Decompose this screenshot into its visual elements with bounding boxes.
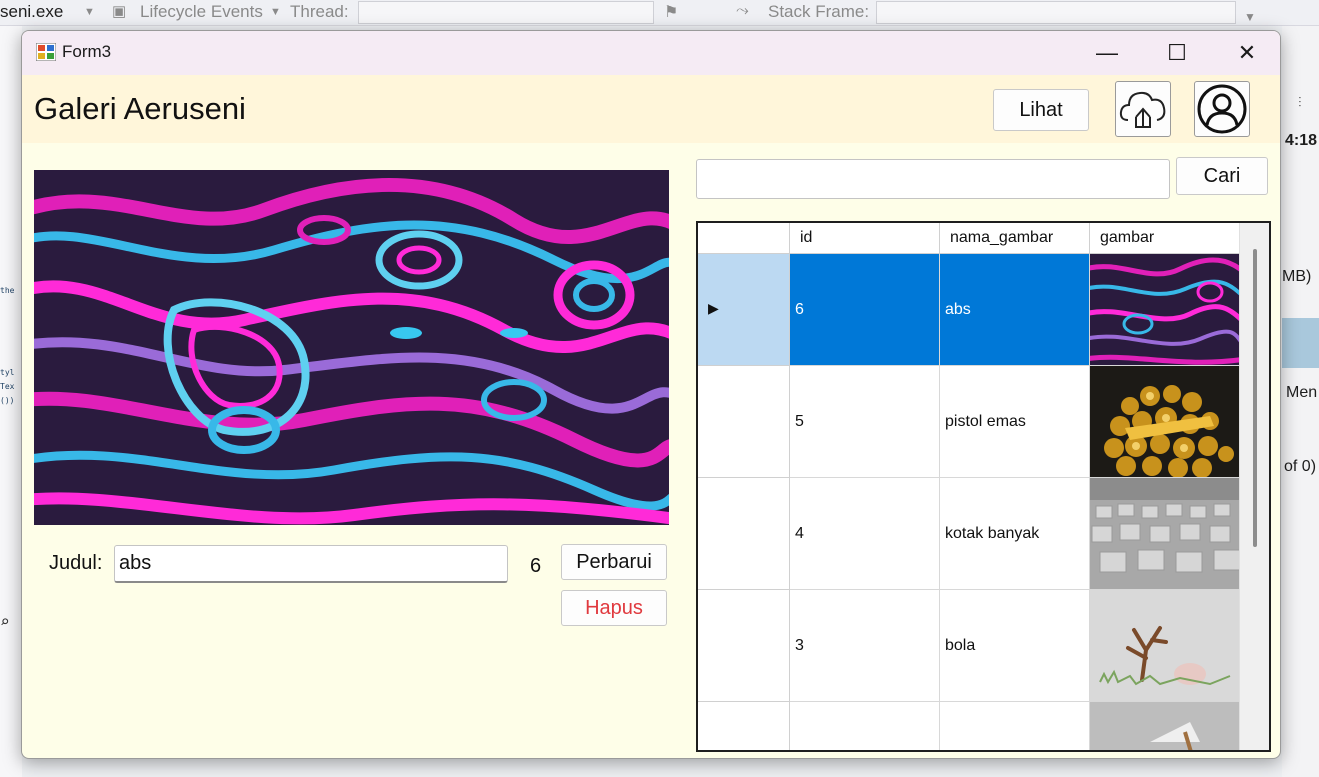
lifecycle-icon[interactable]: ▣: [112, 2, 126, 20]
grid-vertical-scrollbar[interactable]: [1239, 223, 1269, 750]
close-button[interactable]: ✕: [1212, 31, 1280, 75]
count-fragment: of 0): [1284, 458, 1317, 475]
thread-combo[interactable]: [358, 1, 654, 24]
row-header-selected[interactable]: ▶: [698, 254, 790, 366]
ide-process-label: seni.exe: [0, 2, 64, 21]
update-button[interactable]: Perbarui: [561, 544, 667, 580]
ide-toolbar: seni.exe ▼ ▣ Lifecycle Events ▼ Thread: …: [0, 0, 1319, 26]
thumbnail-tree[interactable]: [1090, 590, 1241, 702]
scrollbar-thumb[interactable]: [1253, 249, 1257, 547]
lifecycle-dropdown-icon[interactable]: ▼: [270, 6, 281, 18]
column-header-nama-gambar[interactable]: nama_gambar: [940, 223, 1090, 254]
maximize-button[interactable]: ☐: [1142, 31, 1212, 75]
code-fragment: the: [0, 286, 15, 295]
ide-left-editor: the tyl Tex ()) ⌕: [0, 26, 22, 777]
row-header-corner: [698, 223, 790, 254]
search-input[interactable]: [696, 159, 1170, 199]
flag-icon[interactable]: ⚑: [664, 2, 678, 22]
table-cell-name[interactable]: kotak banyak: [940, 478, 1090, 590]
view-button[interactable]: Lihat: [993, 89, 1089, 131]
table-cell-id[interactable]: 6: [790, 254, 940, 366]
delete-button[interactable]: Hapus: [561, 590, 667, 626]
judul-label: Judul:: [49, 552, 103, 574]
time-fragment: 4:18: [1285, 132, 1318, 149]
memory-band: [1282, 318, 1319, 368]
table-cell-name[interactable]: bola: [940, 590, 1090, 702]
column-header-id[interactable]: id: [790, 223, 940, 254]
window-title: Form3: [62, 42, 112, 61]
abstract-neon-image: [34, 170, 669, 525]
ide-right-panel: ⫶ 4:18 MB) Men of 0): [1282, 26, 1319, 777]
thumbnail-gold[interactable]: [1090, 366, 1241, 478]
table-cell-id[interactable]: 4: [790, 478, 940, 590]
app-header: Galeri Aeruseni Lihat: [22, 75, 1280, 143]
ide-thread-label: Thread:: [290, 2, 349, 21]
table-cell-id[interactable]: [790, 702, 940, 750]
stack-icon[interactable]: ⤳: [736, 2, 749, 20]
memory-fragment: MB): [1282, 268, 1312, 285]
table-cell-name[interactable]: abs: [940, 254, 1090, 366]
abstract-thumb-image: [1090, 254, 1241, 365]
column-header-gambar[interactable]: gambar: [1090, 223, 1241, 254]
process-dropdown-icon[interactable]: ▼: [84, 6, 95, 18]
title-bar[interactable]: Form3 — ☐ ✕: [22, 31, 1280, 75]
image-preview: [34, 170, 669, 525]
cloud-upload-icon: [1119, 91, 1166, 128]
maximize-icon: ☐: [1167, 40, 1187, 65]
tree-ball-thumb-image: [1090, 590, 1241, 701]
close-icon: ✕: [1237, 40, 1257, 65]
table-cell-name[interactable]: [940, 702, 1090, 750]
ide-lifecycle-label[interactable]: Lifecycle Events: [140, 2, 263, 22]
table-cell-id[interactable]: 5: [790, 366, 940, 478]
row-header[interactable]: [698, 702, 790, 750]
row-header[interactable]: [698, 366, 790, 478]
partial-thumb-image: [1150, 722, 1200, 750]
id-value: 6: [530, 555, 542, 577]
profile-button[interactable]: [1194, 81, 1250, 137]
code-fragment: ()): [0, 396, 15, 405]
form3-window: Form3 — ☐ ✕ Galeri Aeruseni Lihat Judul:…: [21, 30, 1281, 759]
diagnostics-icon[interactable]: ⫶: [1298, 94, 1302, 111]
code-fragment: tyl: [0, 368, 15, 377]
stack-frame-combo[interactable]: [876, 1, 1236, 24]
ide-stack-frame-label: Stack Frame:: [768, 2, 870, 21]
thumbnail-boxes[interactable]: [1090, 478, 1241, 590]
search-icon[interactable]: ⌕: [0, 612, 10, 631]
minimize-icon: —: [1096, 40, 1118, 65]
code-fragment: Tex: [0, 382, 15, 391]
gold-coins-thumb-image: [1090, 366, 1241, 477]
app-title: Galeri Aeruseni: [34, 91, 246, 126]
table-cell-id[interactable]: 3: [790, 590, 940, 702]
current-row-arrow-icon: ▶: [708, 300, 719, 316]
row-header[interactable]: [698, 590, 790, 702]
row-header[interactable]: [698, 478, 790, 590]
grey-boxes-thumb-image: [1090, 478, 1241, 589]
table-cell-name[interactable]: pistol emas: [940, 366, 1090, 478]
menu-fragment: Men: [1286, 384, 1318, 401]
user-icon: [1197, 84, 1247, 134]
thumbnail-abstract[interactable]: [1090, 254, 1241, 366]
thumbnail-partial[interactable]: [1090, 702, 1241, 750]
search-button[interactable]: Cari: [1176, 157, 1268, 195]
gallery-grid[interactable]: id nama_gambar gambar ▶ 6 abs 5 pistol e…: [696, 221, 1271, 752]
overflow-icon[interactable]: ▼: [1244, 10, 1256, 24]
form-app-icon: [36, 43, 56, 61]
upload-button[interactable]: [1115, 81, 1171, 137]
judul-input[interactable]: abs: [114, 545, 508, 583]
minimize-button[interactable]: —: [1072, 31, 1142, 75]
